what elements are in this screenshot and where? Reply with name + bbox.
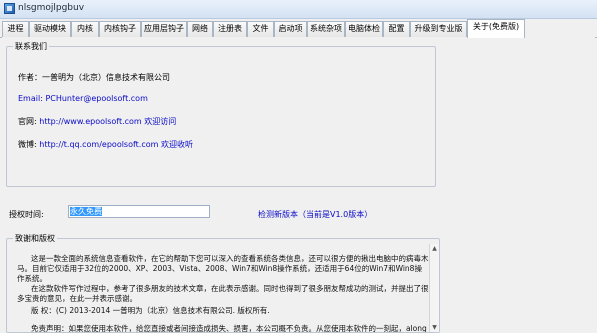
scroll-down-icon[interactable]: ▼ bbox=[430, 323, 439, 332]
email-line: Email: PCHunter@epoolsoft.com bbox=[18, 94, 148, 103]
check-update-link[interactable]: 检测新版本（当前是V1.0版本） bbox=[258, 209, 372, 220]
thanks-group: 致谢和版权 这是一款全面的系统信息查看软件，在它的帮助下您可以深入的查看系统各类… bbox=[6, 233, 440, 333]
tab-kernel-hooks[interactable]: 内核钩子 bbox=[99, 21, 141, 37]
tab-misc[interactable]: 系统杂项 bbox=[307, 21, 345, 37]
thanks-scroll-area: 这是一款全面的系统信息查看软件，在它的帮助下您可以深入的查看系统各类信息，还可以… bbox=[7, 244, 429, 332]
contact-group: 联系我们 作者：一普明为（北京）信息技术有限公司 Email: PCHunter… bbox=[6, 41, 436, 187]
site-visit-link[interactable]: 欢迎访问 bbox=[144, 117, 176, 126]
weibo-label: 微博: bbox=[18, 140, 40, 149]
weibo-line: 微博: http://t.qq.com/epoolsoft.com 欢迎收听 bbox=[18, 139, 193, 150]
thanks-paragraph-1: 这是一款全面的系统信息查看软件，在它的帮助下您可以深入的查看系统各类信息，还可以… bbox=[17, 254, 429, 283]
tab-checkup[interactable]: 电脑体检 bbox=[345, 21, 383, 37]
tab-config[interactable]: 配置 bbox=[383, 21, 410, 37]
license-value: 永久免费 bbox=[70, 207, 102, 216]
tab-process[interactable]: 进程 bbox=[2, 21, 29, 37]
tab-strip: 进程 驱动模块 内核 内核钩子 应用层钩子 网络 注册表 文件 启动项 系统杂项… bbox=[0, 19, 597, 38]
about-panel: 联系我们 作者：一普明为（北京）信息技术有限公司 Email: PCHunter… bbox=[2, 37, 595, 333]
tab-files[interactable]: 文件 bbox=[247, 21, 274, 37]
email-label: Email: bbox=[18, 94, 46, 103]
site-line: 官网: http://www.epoolsoft.com 欢迎访问 bbox=[18, 116, 176, 127]
tab-network[interactable]: 网络 bbox=[187, 21, 213, 37]
contact-legend: 联系我们 bbox=[15, 42, 47, 51]
tab-about[interactable]: 关于(免费版) bbox=[467, 19, 525, 38]
scroll-up-icon[interactable]: ▲ bbox=[430, 244, 439, 253]
tab-driver[interactable]: 驱动模块 bbox=[29, 21, 71, 37]
weibo-link[interactable]: http://t.qq.com/epoolsoft.com bbox=[39, 140, 158, 149]
window-title: nlsgmojlpgbuv bbox=[18, 3, 85, 13]
site-link[interactable]: http://www.epoolsoft.com bbox=[39, 117, 141, 126]
tab-app-hooks[interactable]: 应用层钩子 bbox=[141, 21, 187, 37]
tab-startup[interactable]: 启动项 bbox=[274, 21, 307, 37]
title-bar: nlsgmojlpgbuv bbox=[0, 0, 597, 19]
tab-upgrade[interactable]: 升级到专业版 bbox=[410, 21, 467, 37]
tab-registry[interactable]: 注册表 bbox=[213, 21, 247, 37]
tab-kernel[interactable]: 内核 bbox=[71, 21, 99, 37]
thanks-paragraph-2: 在这款软件写作过程中，参考了很多朋友的技术文章，在此表示感谢。同时也得到了很多朋… bbox=[17, 284, 429, 303]
license-label: 授权时间: bbox=[9, 210, 44, 219]
copyright-text: 版 权：(C) 2013-2014 一普明为（北京）信息技术有限公司. 版权所有… bbox=[31, 306, 270, 315]
site-label: 官网: bbox=[18, 117, 40, 126]
thanks-scrollbar[interactable]: ▲ ▼ bbox=[429, 244, 439, 332]
thanks-legend: 致谢和版权 bbox=[15, 234, 55, 243]
app-icon bbox=[4, 3, 15, 14]
author-text: 作者：一普明为（北京）信息技术有限公司 bbox=[18, 73, 170, 82]
license-field[interactable]: 永久免费 bbox=[68, 205, 210, 218]
disclaimer-text: 免责声明：如果您使用本软件，给您直接或者间接造成损失、损害，本公司概不负责。从您… bbox=[31, 324, 427, 332]
email-link[interactable]: PCHunter@epoolsoft.com bbox=[45, 94, 147, 103]
weibo-follow-link[interactable]: 欢迎收听 bbox=[161, 140, 193, 149]
